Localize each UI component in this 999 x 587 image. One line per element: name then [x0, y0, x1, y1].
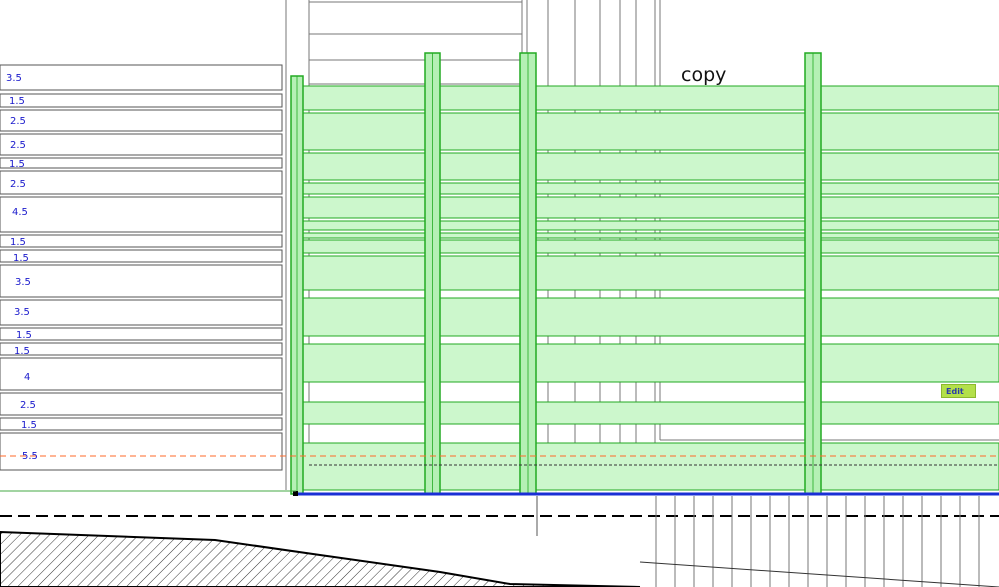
fence-board [295, 239, 999, 254]
dimension-label: 1.5 [21, 420, 37, 431]
fence-board [295, 255, 999, 291]
terrain-hatch [0, 530, 641, 587]
fence-board [295, 112, 999, 151]
dimension-label: 1.5 [16, 330, 32, 341]
dimension-label: 1.5 [14, 346, 30, 357]
dimension-label: 3.5 [6, 73, 22, 84]
dimension-label: 3.5 [15, 277, 31, 288]
left-board [0, 196, 283, 233]
left-board [0, 249, 283, 263]
dimension-label: 3.5 [14, 307, 30, 318]
left-board [0, 342, 283, 356]
dimension-label: 2.5 [10, 140, 26, 151]
dimension-label: 4.5 [12, 207, 28, 218]
dimension-label: 2.5 [10, 179, 26, 190]
fence-board [295, 182, 999, 195]
fence-board [295, 232, 999, 239]
left-board [0, 109, 283, 132]
left-board [0, 234, 283, 248]
fence-board [295, 401, 999, 425]
fence-board [295, 297, 999, 337]
fence-board [295, 85, 999, 111]
left-board [0, 157, 283, 169]
fence-board [295, 152, 999, 181]
left-board-stack [0, 64, 283, 471]
left-board [0, 357, 283, 391]
ground-anchor [293, 491, 298, 496]
dimension-label: 2.5 [20, 400, 36, 411]
dimension-label: 1.5 [13, 253, 29, 264]
left-board [0, 264, 283, 298]
left-board [0, 417, 283, 431]
elevation-drawing: 3.5 1.5 2.5 2.5 1.5 2.5 4.5 1.5 1.5 3.5 3.5 1.5 1.5 4… [0, 0, 999, 587]
left-board [0, 170, 283, 195]
dimension-label: 1.5 [10, 237, 26, 248]
dimension-label: 1.5 [9, 96, 25, 107]
left-board [0, 64, 283, 91]
left-board [0, 299, 283, 326]
fence-board [295, 220, 999, 231]
fence-board [295, 196, 999, 219]
edit-button[interactable]: Edit [941, 384, 976, 398]
left-board [0, 432, 283, 471]
ground-columns [655, 496, 980, 587]
dimension-label: 2.5 [10, 116, 26, 127]
fence-boards [295, 85, 999, 491]
copy-label: copy [681, 64, 726, 86]
fence-board [295, 442, 999, 491]
left-board [0, 327, 283, 341]
fence-board [295, 343, 999, 383]
dimension-label: 1.5 [9, 159, 25, 170]
left-board [0, 392, 283, 416]
dimension-label: 4 [24, 372, 30, 383]
left-board [0, 93, 283, 108]
left-board [0, 133, 283, 156]
